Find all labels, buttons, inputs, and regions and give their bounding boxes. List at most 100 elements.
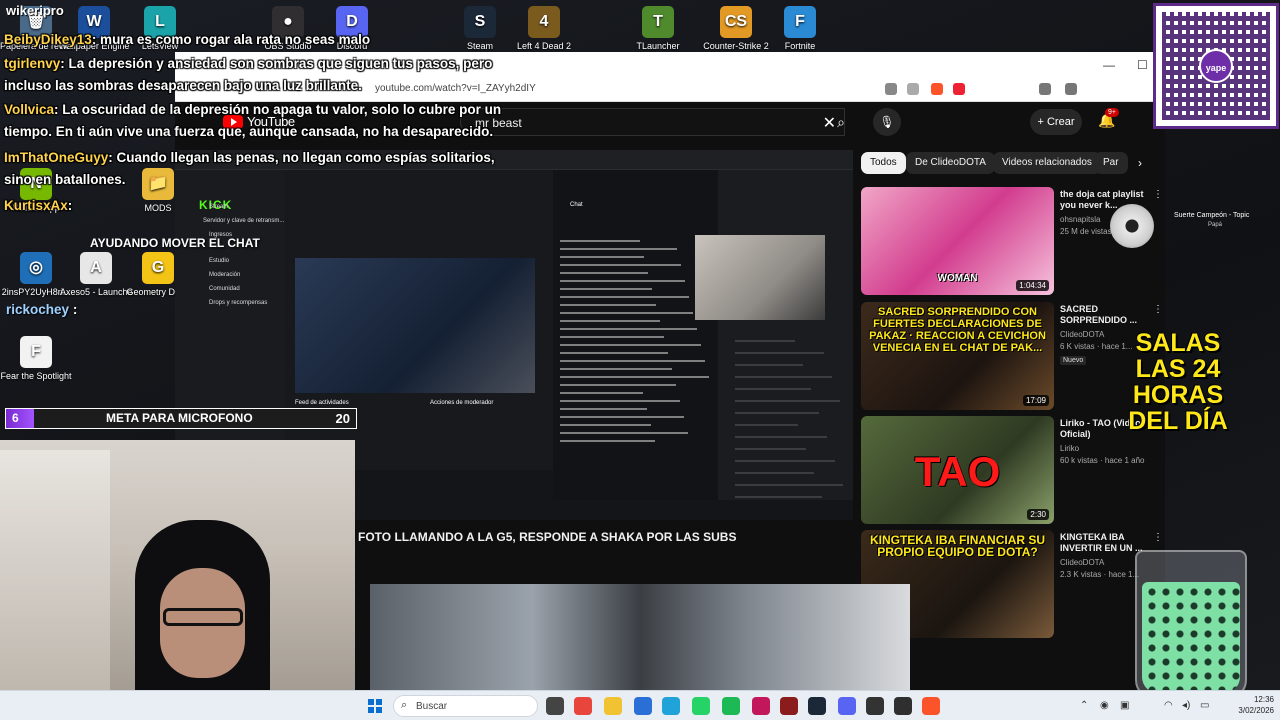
inner-chat-panel	[553, 170, 718, 500]
inner-setting-row	[735, 412, 819, 414]
app-icon: G	[142, 252, 174, 284]
extension-icon[interactable]	[1065, 83, 1077, 95]
rec-meta: 60 k vistas · hace 1 año	[1060, 456, 1145, 465]
desktop-icon[interactable]: S Steam	[444, 6, 516, 51]
volume-icon[interactable]: ◂)	[1182, 700, 1194, 712]
desktop-icon[interactable]: 4 Left 4 Dead 2	[508, 6, 580, 51]
desktop-icon-label: Fortnite	[784, 41, 816, 51]
chat-line: Vollvica: La oscuridad de la depresión n…	[4, 98, 501, 121]
chat-message: incluso las sombras desaparecen bajo una…	[4, 78, 362, 93]
inner-chat-text	[560, 296, 689, 298]
app-icon[interactable]	[780, 697, 798, 715]
ayudando-banner: AYUDANDO MOVER EL CHAT	[90, 236, 260, 250]
extension-icon[interactable]	[885, 83, 897, 95]
filter-chip[interactable]: Par	[1094, 152, 1128, 174]
system-clock[interactable]: 12:36 3/02/2026	[1222, 694, 1274, 716]
inner-setting-row	[735, 340, 795, 342]
desktop-icon[interactable]: CS Counter-Strike 2	[700, 6, 772, 51]
desktop-icon[interactable]: F Fortnite	[764, 6, 836, 51]
task-view-icon[interactable]	[546, 697, 564, 715]
more-options-icon[interactable]: ⋮	[1153, 532, 1163, 543]
app-icon[interactable]	[866, 697, 884, 715]
inner-chat-text	[560, 424, 651, 426]
maximize-icon[interactable]: ☐	[1137, 58, 1148, 72]
inner-setting-row	[735, 496, 822, 498]
extension-icon[interactable]	[907, 83, 919, 95]
video-thumbnail[interactable]: WOMAN 1:04:34	[861, 187, 1054, 295]
inner-chat-text	[560, 304, 656, 306]
chat-username: tgirlenvy	[4, 56, 61, 71]
rec-channel[interactable]: ohsnapitsla	[1060, 215, 1100, 224]
goal-label: META PARA MICROFONO	[106, 411, 253, 425]
chat-username: BeibyDikey13	[4, 32, 92, 47]
filter-chip[interactable]: De ClideoDOTA	[906, 152, 995, 174]
inner-chat-text	[560, 320, 660, 322]
more-options-icon[interactable]: ⋮	[1153, 304, 1163, 315]
search-input[interactable]: mr beast ✕	[460, 108, 845, 136]
rec-channel[interactable]: Liriko	[1060, 444, 1079, 453]
secondary-video	[370, 584, 910, 690]
wifi-icon[interactable]: ◠	[1164, 700, 1176, 712]
desktop-icon[interactable]: T TLauncher	[622, 6, 694, 51]
taskbar-search[interactable]: ⌕ Buscar	[393, 695, 538, 717]
rec-title[interactable]: SACRED SORPRENDIDO ...	[1060, 304, 1150, 326]
battery-icon[interactable]: ▭	[1200, 700, 1212, 712]
search-button[interactable]: ⌕	[825, 108, 857, 136]
desktop-icon[interactable]: F Fear the Spotlight	[0, 336, 72, 381]
inner-chat-text	[560, 264, 681, 266]
extension-icon[interactable]	[1039, 83, 1051, 95]
chat-username: ImThatOneGuyy	[4, 150, 109, 165]
windows-start-icon[interactable]	[368, 699, 382, 713]
app-icon: 4	[528, 6, 560, 38]
app-icon[interactable]	[894, 697, 912, 715]
inner-nav-item: Moderación	[209, 272, 241, 278]
brave-icon[interactable]	[922, 697, 940, 715]
steam-icon[interactable]	[808, 697, 826, 715]
chat-line: ImThatOneGuyy: Cuando llegan las penas, …	[4, 146, 495, 169]
rec-channel[interactable]: ClideoDOTA	[1060, 330, 1104, 339]
inner-chat-text	[560, 280, 685, 282]
tray-app-icon[interactable]: ▣	[1120, 700, 1132, 712]
chat-line: tiempo. En ti aún vive una fuerza que, a…	[4, 120, 493, 143]
file-explorer-icon[interactable]	[604, 697, 622, 715]
rec-channel[interactable]: ClideoDOTA	[1060, 558, 1104, 567]
app-icon[interactable]	[752, 697, 770, 715]
inner-chat-text	[560, 392, 643, 394]
mic-button[interactable]: 🎙	[873, 108, 901, 136]
create-button[interactable]: + Crear	[1030, 109, 1082, 135]
inner-panel-title: Feed de actividades	[295, 400, 349, 406]
discord-icon[interactable]	[838, 697, 856, 715]
filter-chip[interactable]: Todos	[861, 152, 906, 174]
tip-jar	[1135, 550, 1247, 700]
rec-title[interactable]: KINGTEKA IBA INVERTIR EN UN ...	[1060, 532, 1150, 554]
more-options-icon[interactable]: ⋮	[1153, 189, 1163, 200]
app-icon: CS	[720, 6, 752, 38]
chrome-icon[interactable]	[574, 697, 592, 715]
thumbnail-text: TAO	[914, 448, 1001, 495]
video-duration: 17:09	[1022, 395, 1049, 406]
extension-icon[interactable]	[953, 83, 965, 95]
inner-nav-item: Stream	[209, 204, 229, 210]
brave-shield-icon[interactable]	[931, 83, 943, 95]
video-thumbnail[interactable]: TAO 2:30	[861, 416, 1054, 524]
tray-app-icon[interactable]: ◉	[1100, 700, 1112, 712]
minimize-icon[interactable]: —	[1103, 58, 1115, 72]
background-shelf	[0, 450, 110, 720]
spotify-icon[interactable]	[722, 697, 740, 715]
vinyl-icon	[1110, 204, 1154, 248]
app-icon: ◎	[20, 252, 52, 284]
chat-message: sino en batallones.	[4, 172, 126, 187]
inner-setting-row	[735, 436, 827, 438]
whatsapp-icon[interactable]	[692, 697, 710, 715]
inner-stream-info	[718, 170, 853, 500]
video-thumbnail[interactable]: SACRED SORPRENDIDO CON FUERTES DECLARACI…	[861, 302, 1054, 410]
glasses	[163, 608, 243, 626]
url-text[interactable]: youtube.com/watch?v=I_ZAYyh2dIY	[375, 83, 536, 94]
taskbar: ⌕ Buscar ⌃ ◉ ▣ ◠ ◂) ▭ 12:36 3/02/2026	[0, 690, 1280, 720]
tray-chevron-icon[interactable]: ⌃	[1080, 700, 1092, 712]
filter-chip[interactable]: Videos relacionados	[993, 152, 1101, 174]
edge-icon[interactable]	[662, 697, 680, 715]
store-icon[interactable]	[634, 697, 652, 715]
chevron-right-icon[interactable]: ›	[1138, 156, 1142, 170]
inner-chat-text	[560, 408, 647, 410]
